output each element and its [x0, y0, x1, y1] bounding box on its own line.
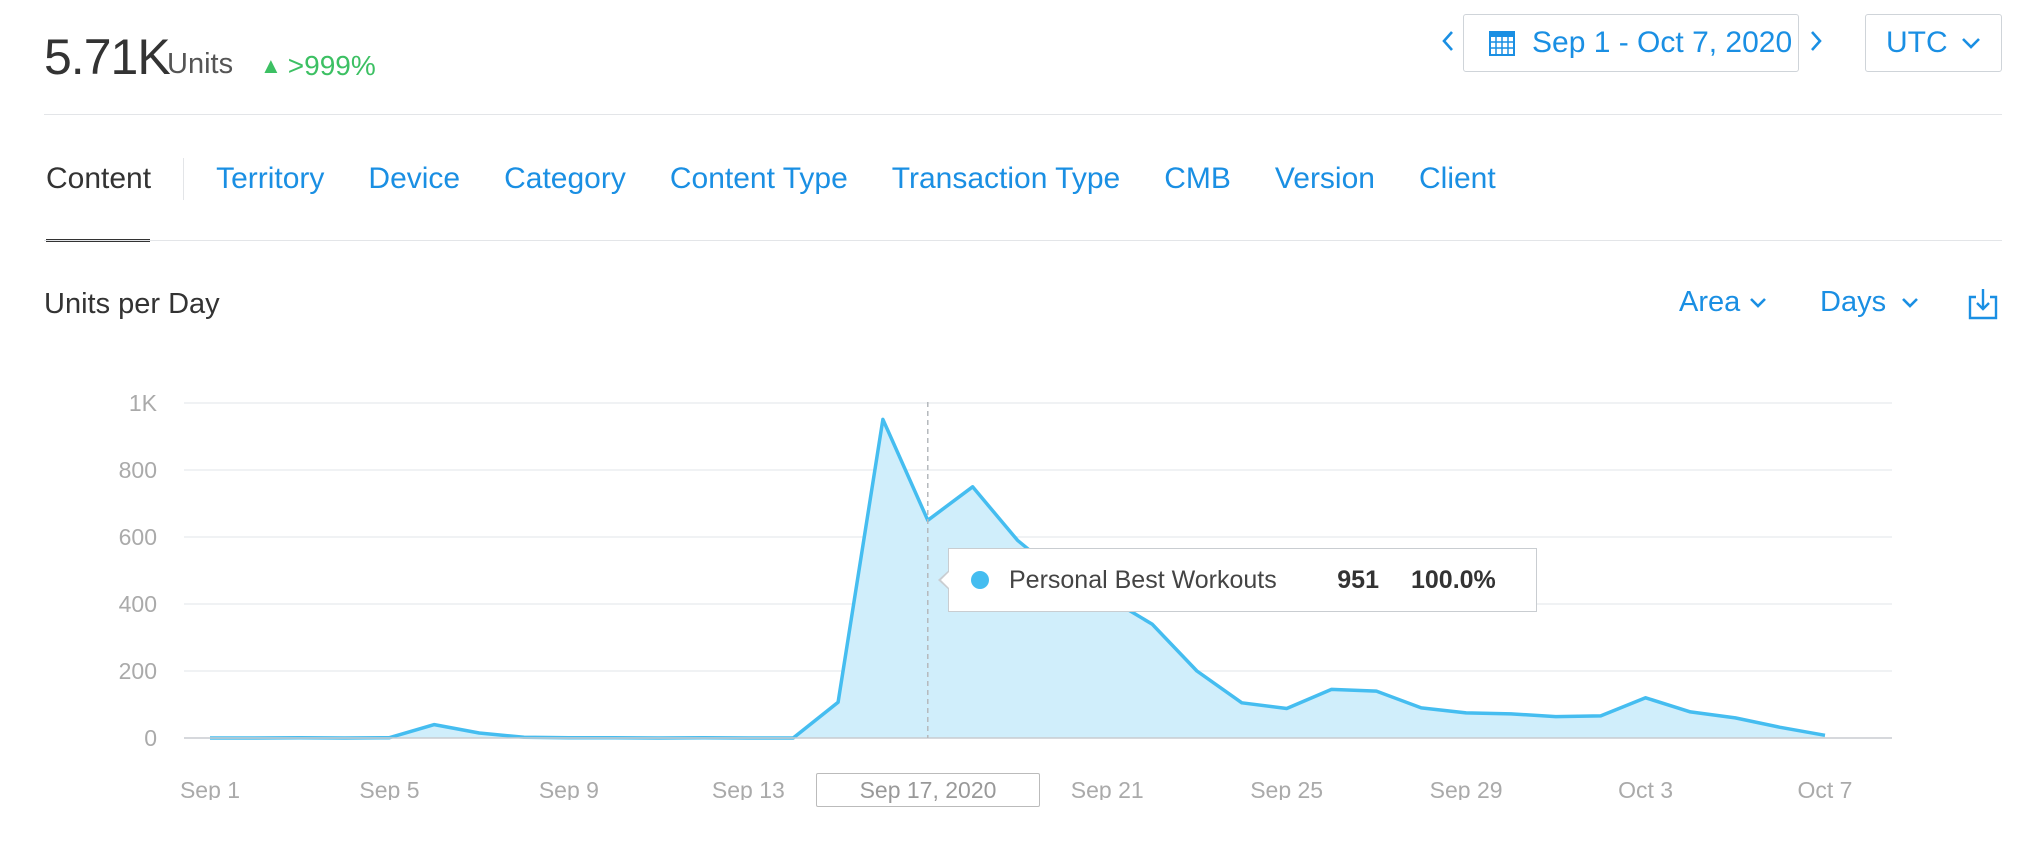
selected-date-label: Sep 17, 2020 — [816, 773, 1040, 807]
y-tick-label: 1K — [129, 390, 158, 416]
y-tick-label: 0 — [144, 725, 157, 751]
triangle-up-icon: ▲ — [260, 53, 282, 78]
y-tick-label: 800 — [119, 457, 157, 483]
x-tick-label: Sep 1 — [180, 777, 240, 800]
tab-device[interactable]: Device — [368, 162, 460, 196]
dimension-tabs: Content Territory Device Category Conten… — [46, 158, 1540, 200]
header-divider — [44, 114, 2002, 115]
y-tick-label: 600 — [119, 524, 157, 550]
interval-label: Days — [1820, 286, 1887, 318]
y-axis-ticks: 0 200 400 600 800 1K — [119, 390, 158, 751]
y-tick-label: 200 — [119, 658, 157, 684]
x-tick-label: Sep 13 — [712, 777, 785, 800]
chart-type-dropdown[interactable]: Area — [1679, 286, 1768, 319]
x-tick-label: Oct 7 — [1798, 777, 1853, 800]
total-units-label: Units — [167, 48, 234, 80]
tab-cmb[interactable]: CMB — [1164, 162, 1231, 196]
x-tick-label: Sep 9 — [539, 777, 599, 800]
tab-separator — [183, 158, 185, 200]
chevron-down-icon — [1750, 297, 1767, 308]
tab-version[interactable]: Version — [1275, 162, 1375, 196]
tooltip-series-name: Personal Best Workouts — [1009, 565, 1277, 594]
chart-title: Units per Day — [44, 288, 220, 320]
chevron-down-icon — [1961, 38, 1980, 49]
series-color-dot — [971, 571, 989, 589]
tooltip-percent: 100.0% — [1411, 565, 1496, 594]
x-tick-label: Sep 25 — [1250, 777, 1323, 800]
x-tick-label: Sep 21 — [1071, 777, 1144, 800]
interval-dropdown[interactable]: Days — [1820, 286, 1920, 319]
chevron-left-icon — [1442, 31, 1453, 51]
chevron-down-icon — [1902, 297, 1918, 308]
x-tick-label: Sep 29 — [1430, 777, 1503, 800]
tab-transaction-type[interactable]: Transaction Type — [892, 162, 1120, 196]
timezone-label: UTC — [1886, 26, 1948, 59]
tab-category[interactable]: Category — [504, 162, 626, 196]
chart-tooltip: Personal Best Workouts 951 100.0% — [948, 548, 1537, 612]
download-button[interactable] — [1968, 287, 1998, 326]
chart-type-label: Area — [1679, 286, 1741, 318]
y-tick-label: 400 — [119, 591, 157, 617]
tab-content[interactable]: Content — [46, 162, 151, 196]
date-range-label: Sep 1 - Oct 7, 2020 — [1532, 26, 1793, 59]
tab-content-type[interactable]: Content Type — [670, 162, 848, 196]
change-value: >999% — [287, 50, 376, 81]
date-range-picker[interactable]: Sep 1 - Oct 7, 2020 — [1463, 14, 1799, 72]
previous-period-button[interactable] — [1440, 28, 1456, 60]
total-units-value: 5.71K — [44, 29, 171, 85]
tooltip-pointer-fill — [941, 571, 950, 589]
x-tick-label: Sep 5 — [359, 777, 419, 800]
x-tick-label: Oct 3 — [1618, 777, 1673, 800]
chevron-right-icon — [1811, 31, 1822, 51]
tabs-divider — [44, 240, 2002, 241]
timezone-dropdown[interactable]: UTC — [1865, 14, 2002, 72]
tab-client[interactable]: Client — [1419, 162, 1496, 196]
change-indicator: ▲ >999% — [260, 50, 376, 82]
tooltip-value: 951 — [1337, 565, 1379, 594]
next-period-button[interactable] — [1808, 28, 1824, 60]
calendar-icon — [1489, 31, 1515, 56]
download-icon — [1968, 289, 1998, 320]
tab-territory[interactable]: Territory — [216, 162, 324, 196]
